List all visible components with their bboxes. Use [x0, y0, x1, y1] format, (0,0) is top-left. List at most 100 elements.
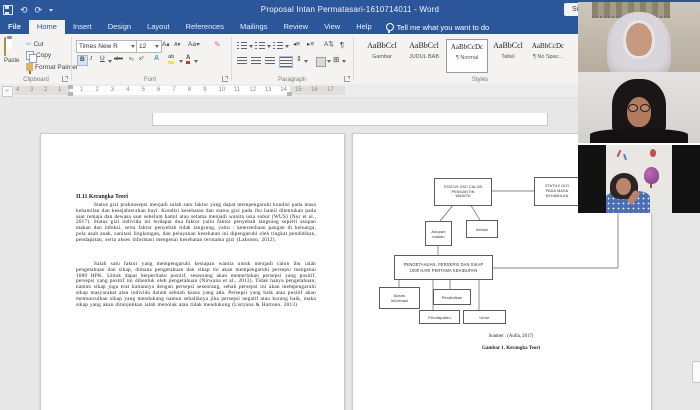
font-family-value: Times New R — [79, 43, 118, 50]
ruler-number: 2 — [95, 86, 98, 95]
style-name: ¶ Normal — [447, 54, 487, 62]
font-family-combo[interactable]: Times New R — [76, 40, 138, 53]
participant-2-face — [627, 97, 651, 127]
ruler-number: 1 — [80, 86, 83, 95]
tab-stop-selector[interactable]: ⌐ — [2, 86, 13, 97]
style-name: JUDUL BAB — [404, 53, 444, 61]
font-color-icon[interactable]: A — [186, 55, 190, 64]
paste-button[interactable]: Paste — [4, 38, 19, 64]
diagram-box-status-gizi-kehamilan[interactable]: STATUS GIZI PADA MASA KEHAMILAN — [534, 177, 580, 206]
italic-button[interactable]: I — [90, 56, 92, 63]
text-effects-icon[interactable]: A — [154, 55, 159, 62]
section-heading[interactable]: II.11 Kerangka Teori — [76, 194, 316, 200]
copy-icon — [26, 51, 34, 60]
tab-design[interactable]: Design — [100, 20, 139, 34]
video-participant-3[interactable] — [578, 145, 700, 213]
balloon-decal-small — [650, 149, 656, 157]
tab-file[interactable]: File — [0, 20, 29, 34]
diagram-box-akses-informasi[interactable]: Akses informasi — [379, 287, 420, 309]
superscript-button[interactable]: x² — [139, 57, 144, 63]
numbering-icon[interactable] — [255, 42, 265, 50]
diagram-box-pendidikan[interactable]: Pendidikan — [433, 289, 471, 305]
style-no-spacing[interactable]: AaBbCcDc ¶ No Spac... — [528, 39, 568, 71]
bullets-dropdown-icon[interactable] — [249, 45, 253, 48]
align-right-icon[interactable] — [265, 57, 275, 65]
paragraph-2[interactable]: Salah satu faktor yang mempengaruhi kesi… — [76, 262, 316, 308]
right-indent-marker[interactable] — [287, 92, 292, 96]
style-gambar[interactable]: AaBbCcl Gambar — [362, 39, 402, 71]
change-case-button[interactable]: Aa — [188, 42, 200, 49]
increase-indent-icon[interactable]: ▸≡ — [307, 42, 314, 49]
video-participant-1[interactable] — [578, 2, 700, 72]
style-tabel[interactable]: AaBbCcl Tabel — [488, 39, 528, 71]
font-size-combo[interactable]: 12 — [136, 40, 162, 53]
tab-help[interactable]: Help — [348, 20, 379, 34]
align-left-icon[interactable] — [237, 57, 247, 65]
font-color-dropdown-icon[interactable] — [194, 60, 198, 63]
tab-insert[interactable]: Insert — [65, 20, 100, 34]
ruler-number: 13 — [265, 86, 272, 95]
align-center-icon[interactable] — [251, 57, 261, 65]
shading-icon[interactable] — [316, 57, 326, 67]
style-preview: AaBbCcDc — [447, 40, 487, 54]
shrink-font-button[interactable]: A▾ — [174, 43, 180, 49]
strikethrough-button[interactable]: abc — [114, 57, 123, 63]
style-preview: AaBbCcl — [404, 39, 444, 53]
subscript-button[interactable]: x₂ — [129, 57, 134, 63]
underline-button[interactable]: U — [100, 56, 105, 63]
show-paragraph-marks-icon[interactable]: ¶ — [340, 41, 344, 49]
diagram-box-pendapatan[interactable]: Pendapatan — [419, 310, 460, 324]
diagram-box-umur[interactable]: Umur — [463, 310, 506, 324]
decrease-indent-icon[interactable]: ◂≡ — [293, 42, 300, 49]
tab-view[interactable]: View — [316, 20, 348, 34]
page-left[interactable]: II.11 Kerangka Teori Status gizi prakons… — [40, 133, 345, 410]
figure-caption: Gambar 1. Kerangka Teori — [431, 346, 591, 351]
line-spacing-icon[interactable]: ⇕ — [296, 56, 302, 63]
sort-icon[interactable]: A⇅ — [324, 42, 334, 49]
ruler-number: 8 — [188, 86, 191, 95]
video-participant-2[interactable] — [578, 72, 700, 143]
hanging-indent-marker[interactable] — [68, 92, 73, 96]
borders-dropdown-icon[interactable] — [342, 60, 346, 63]
borders-icon[interactable]: ⊞ — [333, 56, 339, 64]
multilevel-list-icon[interactable] — [273, 42, 283, 50]
clipboard-group-label: Clipboard — [14, 77, 58, 83]
diagram-box-asupan-makan[interactable]: Asupan makan — [425, 221, 452, 246]
diagram-box-status-gizi-calon[interactable]: STATUS GIZI CALON PENGANTIN WANITA — [434, 178, 492, 206]
grow-font-button[interactable]: A▴ — [162, 42, 170, 49]
first-line-indent-marker[interactable] — [68, 85, 73, 89]
copy-button[interactable]: Copy — [26, 51, 51, 60]
paragraph-dialog-launcher-icon[interactable] — [344, 76, 350, 82]
text-highlight-icon[interactable]: ab — [168, 55, 174, 64]
clear-formatting-icon[interactable]: ✎ — [214, 41, 221, 49]
tab-references[interactable]: References — [178, 20, 232, 34]
multilevel-dropdown-icon[interactable] — [285, 45, 289, 48]
shading-dropdown-icon[interactable] — [327, 60, 331, 63]
vertical-scrollbar-thumb[interactable] — [692, 361, 700, 383]
tab-review[interactable]: Review — [275, 20, 316, 34]
style-normal[interactable]: AaBbCcDc ¶ Normal — [446, 39, 488, 73]
diagram-box-pengetahuan[interactable]: PENGETAHUAN, PERSEPSI DAN SIKAP 1000 HAR… — [394, 255, 493, 280]
bullets-icon[interactable] — [237, 42, 247, 50]
bold-button[interactable]: B — [77, 55, 88, 66]
justify-icon[interactable] — [279, 56, 293, 68]
underline-dropdown-icon[interactable] — [108, 60, 112, 63]
tab-layout[interactable]: Layout — [139, 20, 178, 34]
diagram-box-infeksi[interactable]: Infeksi — [466, 220, 498, 238]
ruler-number: 12 — [249, 86, 256, 95]
highlight-dropdown-icon[interactable] — [179, 60, 183, 63]
tab-mailings[interactable]: Mailings — [232, 20, 276, 34]
tab-home[interactable]: Home — [29, 20, 65, 34]
clipboard-dialog-launcher-icon[interactable] — [62, 76, 68, 82]
cut-label: Cut — [33, 41, 43, 48]
cut-button[interactable]: ✂ Cut — [26, 40, 44, 48]
tell-me-box[interactable]: Tell me what you want to do — [380, 20, 496, 34]
previous-page-bottom[interactable] — [152, 113, 548, 126]
numbering-dropdown-icon[interactable] — [267, 45, 271, 48]
style-preview: AaBbCcl — [488, 39, 528, 53]
wall-decal — [617, 150, 622, 157]
style-judul-bab[interactable]: AaBbCcl JUDUL BAB — [404, 39, 444, 71]
line-spacing-dropdown-icon[interactable] — [304, 60, 308, 63]
paragraph-1[interactable]: Status gizi prakonsepsi menjadi salah sa… — [76, 203, 316, 244]
font-dialog-launcher-icon[interactable] — [222, 76, 228, 82]
